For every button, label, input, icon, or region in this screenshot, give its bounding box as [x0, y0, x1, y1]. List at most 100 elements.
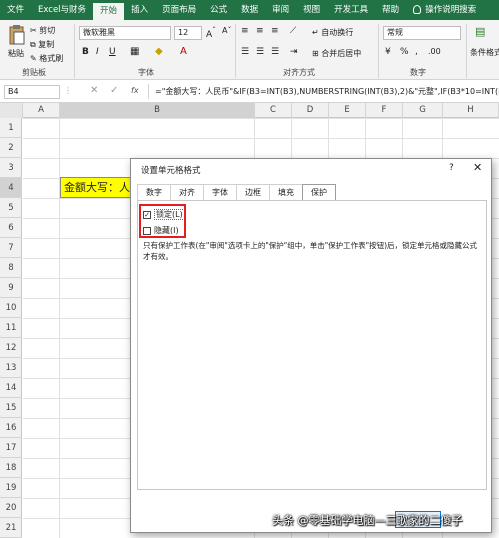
row-header-13[interactable]: 13	[0, 358, 22, 378]
tab-review[interactable]: 审阅	[265, 0, 296, 20]
divider	[466, 24, 467, 78]
name-box[interactable]: B4	[4, 85, 60, 99]
percent-icon[interactable]: %	[400, 47, 409, 57]
row-header-9[interactable]: 9	[0, 278, 22, 298]
formula-input[interactable]: ="金额大写：人民币"&IF(B3=INT(B3),NUMBERSTRING(I…	[155, 86, 499, 97]
tab-file[interactable]: 文件	[0, 0, 31, 20]
format-painter-button[interactable]: ✎ 格式刷	[30, 53, 63, 64]
row-header-21[interactable]: 21	[0, 518, 22, 538]
row-header-10[interactable]: 10	[0, 298, 22, 318]
font-color-icon[interactable]: A	[180, 46, 187, 57]
increase-font-icon[interactable]: Aˆ	[206, 26, 216, 40]
tab-excel-finance[interactable]: Excel与财务	[31, 0, 93, 20]
tab-protection[interactable]: 保护	[302, 184, 336, 201]
conditional-format-icon[interactable]: ▤	[475, 25, 485, 38]
column-header: A B C D E F G H	[0, 103, 499, 118]
borders-icon[interactable]: ▦	[130, 46, 139, 57]
row-header-2[interactable]: 2	[0, 138, 22, 158]
row-header-7[interactable]: 7	[0, 238, 22, 258]
align-middle-icon[interactable]: ≡	[256, 26, 264, 36]
number-format-select[interactable]: 常规	[383, 26, 461, 40]
close-button[interactable]: ✕	[473, 161, 482, 174]
wrap-text-button[interactable]: ↵ 自动换行	[312, 27, 353, 38]
tab-view[interactable]: 视图	[296, 0, 327, 20]
align-top-icon[interactable]: ≡	[241, 26, 249, 36]
column-header-b[interactable]: B	[60, 103, 255, 118]
divider	[235, 24, 236, 78]
comma-icon[interactable]: ,	[415, 47, 418, 57]
enter-icon[interactable]: ✓	[110, 85, 118, 96]
help-button[interactable]: ?	[449, 163, 454, 173]
copy-button[interactable]: ⧉ 复制	[30, 39, 54, 50]
row-header-1[interactable]: 1	[0, 118, 22, 138]
locked-checkbox[interactable]: ✓ 锁定(L)	[143, 209, 185, 220]
cut-button[interactable]: ✂ 剪切	[30, 25, 55, 36]
row-header-3[interactable]: 3	[0, 158, 22, 178]
fill-color-icon[interactable]: ◆	[155, 46, 163, 57]
align-left-icon[interactable]: ☰	[241, 47, 249, 57]
tab-page-layout[interactable]: 页面布局	[155, 0, 203, 20]
tab-data[interactable]: 数据	[234, 0, 265, 20]
tell-me-search[interactable]: 操作说明搜索	[406, 0, 483, 20]
column-header-e[interactable]: E	[329, 103, 366, 118]
merge-center-button[interactable]: ⊞ 合并后居中	[312, 48, 361, 59]
tab-fill[interactable]: 填充	[269, 184, 303, 200]
formula-bar: B4 ⋮ ✕ ✓ fx ="金额大写：人民币"&IF(B3=INT(B3),NU…	[0, 81, 499, 103]
row-header-12[interactable]: 12	[0, 338, 22, 358]
tab-insert[interactable]: 插入	[124, 0, 155, 20]
row-header-11[interactable]: 11	[0, 318, 22, 338]
row-header-4[interactable]: 4	[0, 178, 22, 198]
tab-alignment[interactable]: 对齐	[170, 184, 204, 200]
align-bottom-icon[interactable]: ≡	[271, 26, 279, 36]
row-header-16[interactable]: 16	[0, 418, 22, 438]
dialog-tabs: 数字 对齐 字体 边框 填充 保护	[137, 184, 336, 201]
row-header-14[interactable]: 14	[0, 378, 22, 398]
tab-formulas[interactable]: 公式	[203, 0, 234, 20]
tab-help[interactable]: 帮助	[375, 0, 406, 20]
select-all-corner[interactable]	[0, 103, 23, 118]
column-header-d[interactable]: D	[292, 103, 329, 118]
italic-button[interactable]: I	[96, 47, 99, 57]
bold-button[interactable]: B	[82, 47, 89, 57]
decrease-font-icon[interactable]: Aˇ	[222, 26, 231, 35]
column-header-a[interactable]: A	[23, 103, 60, 118]
font-name-select[interactable]: 微软雅黑	[79, 26, 171, 40]
row-header-17[interactable]: 17	[0, 438, 22, 458]
orientation-icon[interactable]: ⟋	[290, 26, 296, 36]
underline-button[interactable]: U	[109, 47, 116, 57]
column-header-f[interactable]: F	[366, 103, 403, 118]
row-header-19[interactable]: 19	[0, 478, 22, 498]
format-cells-dialog: 设置单元格格式 ? ✕ 数字 对齐 字体 边框 填充 保护 ✓ 锁定(L) 隐藏(…	[130, 158, 492, 533]
align-right-icon[interactable]: ☰	[271, 47, 279, 57]
row-header-5[interactable]: 5	[0, 198, 22, 218]
hidden-checkbox[interactable]: 隐藏(I)	[143, 225, 179, 236]
insert-function-icon[interactable]: fx	[131, 86, 139, 95]
format-painter-label: 格式刷	[39, 54, 64, 63]
paste-button[interactable]: 粘贴	[8, 48, 24, 59]
conditional-format-button[interactable]: 条件格式	[470, 47, 499, 58]
more-icon: ⋮	[64, 86, 72, 95]
font-size-select[interactable]: 12	[174, 26, 202, 40]
row-header-20[interactable]: 20	[0, 498, 22, 518]
tab-home[interactable]: 开始	[93, 3, 125, 20]
column-header-g[interactable]: G	[403, 103, 443, 118]
tab-font[interactable]: 字体	[203, 184, 237, 200]
tab-border[interactable]: 边框	[236, 184, 270, 200]
locked-label: 锁定(L)	[154, 209, 185, 220]
row-header-6[interactable]: 6	[0, 218, 22, 238]
row-header-8[interactable]: 8	[0, 258, 22, 278]
row-header-15[interactable]: 15	[0, 398, 22, 418]
tab-developer[interactable]: 开发工具	[327, 0, 375, 20]
font-group-label: 字体	[138, 68, 154, 77]
indent-icon[interactable]: ⇥	[290, 47, 298, 57]
column-header-h[interactable]: H	[443, 103, 499, 118]
cancel-icon[interactable]: ✕	[90, 85, 98, 96]
decimal-icon[interactable]: .00	[428, 47, 441, 56]
column-header-c[interactable]: C	[255, 103, 292, 118]
protection-panel: ✓ 锁定(L) 隐藏(I) 只有保护工作表(在"审阅"选项卡上的"保护"组中，单击…	[137, 200, 487, 490]
currency-icon[interactable]: ¥	[385, 47, 391, 57]
tab-number[interactable]: 数字	[137, 184, 171, 200]
align-center-icon[interactable]: ☰	[256, 47, 264, 57]
row-header-18[interactable]: 18	[0, 458, 22, 478]
paste-icon[interactable]	[8, 24, 26, 46]
